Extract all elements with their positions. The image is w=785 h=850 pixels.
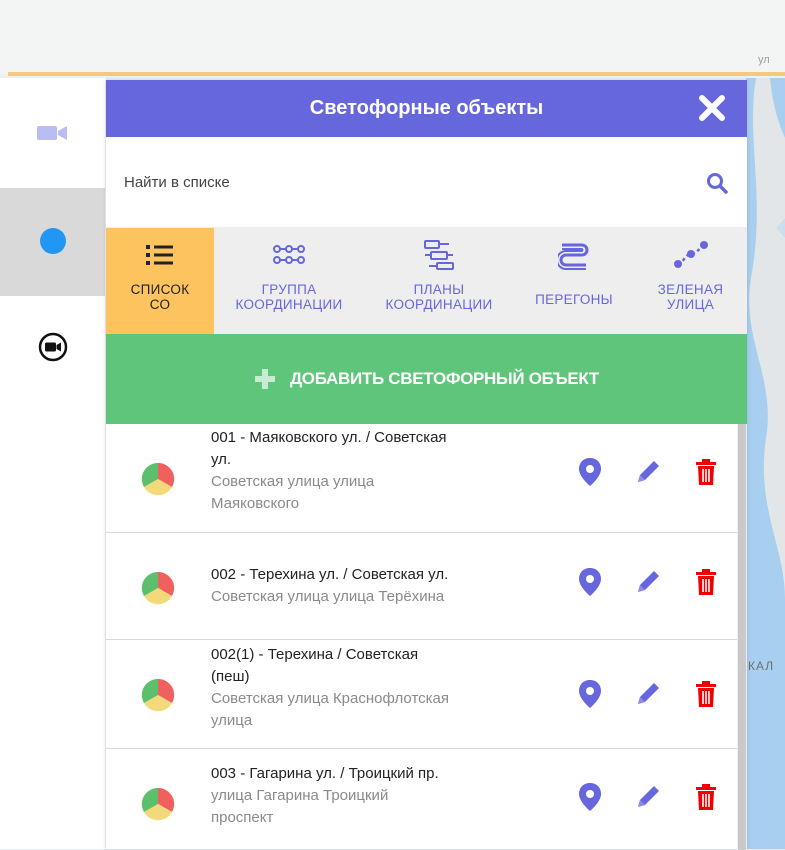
location-pin-icon[interactable]: [576, 781, 604, 813]
item-title-cont: (пеш): [211, 668, 250, 685]
location-pin-icon[interactable]: [576, 678, 604, 710]
search-bar: [106, 137, 747, 228]
map-street-label: КАЛ: [748, 659, 775, 673]
item-title: 002 - Терехина ул. / Советская ул.: [211, 566, 449, 583]
list-scrollbar[interactable]: [737, 424, 747, 850]
traffic-light-status-icon: [141, 678, 175, 712]
item-subtitle-cont: проспект: [211, 809, 274, 826]
tab-hauls[interactable]: ПЕРЕГОНЫ: [514, 228, 634, 334]
river-shape: [746, 78, 785, 849]
tab-bar: СПИСОК СО ГРУППА КООРДИНАЦИИ ПЛАНЫ КООРД…: [106, 228, 747, 334]
video-tool-button[interactable]: [0, 108, 105, 158]
list-icon: [146, 245, 173, 265]
route-icon: [558, 243, 589, 270]
traffic-objects-tool-button[interactable]: [0, 188, 105, 296]
add-button-label: ДОБАВИТЬ СВЕТОФОРНЫЙ ОБЪЕКТ: [289, 369, 599, 388]
item-subtitle-cont: улица: [211, 712, 253, 729]
search-icon[interactable]: [705, 171, 729, 195]
item-subtitle: Советская улица Краснофлотская: [211, 690, 450, 707]
list-item[interactable]: 002(1) - Терехина / Советская (пеш) Сове…: [106, 640, 737, 749]
search-input[interactable]: [122, 172, 686, 192]
tab-list-label-2: СО: [149, 297, 171, 312]
list-item[interactable]: 003 - Гагарина ул. / Троицкий пр. улица …: [106, 749, 737, 850]
plus-icon: [254, 369, 275, 389]
delete-trash-icon[interactable]: [692, 566, 720, 598]
edit-pencil-icon[interactable]: [634, 566, 662, 598]
camera-tool-button[interactable]: [0, 322, 105, 372]
panel-title: Светофорные объекты: [309, 97, 544, 119]
location-pin-icon[interactable]: [576, 566, 604, 598]
blue-dot-icon: [39, 228, 66, 254]
tab-green-street-label-2: УЛИЦА: [666, 297, 715, 312]
scrollbar-thumb[interactable]: [738, 424, 746, 850]
tab-coordination-group-label-2: КООРДИНАЦИИ: [235, 297, 343, 312]
camera-circle-icon: [38, 332, 67, 362]
delete-trash-icon[interactable]: [692, 456, 720, 488]
tab-green-street[interactable]: ЗЕЛЕНАЯ УЛИЦА: [634, 228, 747, 334]
map-road-line: [8, 72, 785, 76]
group-icon: [273, 245, 305, 264]
panel-header: Светофорные объекты: [106, 80, 747, 137]
tab-coordination-plans-label-2: КООРДИНАЦИИ: [385, 297, 493, 312]
tab-coordination-group-label-1: ГРУППА: [261, 282, 317, 297]
item-title-cont: ул.: [211, 451, 232, 468]
edit-pencil-icon[interactable]: [634, 456, 662, 488]
edit-pencil-icon[interactable]: [634, 678, 662, 710]
tab-list-label-1: СПИСОК: [130, 282, 190, 297]
map-visible-strip[interactable]: [746, 78, 785, 849]
delete-trash-icon[interactable]: [692, 678, 720, 710]
plans-icon: [424, 240, 454, 270]
item-subtitle: Советская улица улица Терёхина: [211, 588, 445, 605]
close-icon[interactable]: [697, 93, 727, 123]
tab-hauls-label: ПЕРЕГОНЫ: [535, 292, 613, 307]
item-subtitle: Советская улица улица: [211, 473, 375, 490]
location-pin-icon[interactable]: [576, 456, 604, 488]
tab-list[interactable]: СПИСОК СО: [106, 228, 214, 334]
map-label-top: ул: [758, 54, 770, 66]
delete-trash-icon[interactable]: [692, 781, 720, 813]
traffic-object-list[interactable]: 001 - Маяковского ул. / Советская ул. Со…: [106, 424, 747, 850]
item-title: 003 - Гагарина ул. / Троицкий пр.: [211, 765, 439, 782]
video-camera-icon: [36, 126, 67, 140]
item-title: 002(1) - Терехина / Советская: [211, 646, 419, 663]
traffic-light-status-icon: [141, 462, 175, 496]
traffic-light-status-icon: [141, 787, 175, 821]
map-top-area: [0, 0, 785, 74]
tab-coordination-plans[interactable]: ПЛАНЫ КООРДИНАЦИИ: [364, 228, 514, 334]
item-subtitle: улица Гагарина Троицкий: [211, 787, 389, 804]
item-title: 001 - Маяковского ул. / Советская: [211, 429, 447, 446]
green-street-icon: [673, 241, 708, 268]
tab-green-street-label-1: ЗЕЛЕНАЯ: [657, 282, 724, 297]
tab-coordination-plans-label-1: ПЛАНЫ: [413, 282, 465, 297]
edit-pencil-icon[interactable]: [634, 781, 662, 813]
tab-coordination-group[interactable]: ГРУППА КООРДИНАЦИИ: [214, 228, 364, 334]
list-item[interactable]: 001 - Маяковского ул. / Советская ул. Со…: [106, 424, 737, 533]
item-subtitle-cont: Маяковского: [211, 495, 300, 512]
traffic-lights-panel: Светофорные объекты СПИСОК СО: [106, 80, 747, 850]
list-item[interactable]: 002 - Терехина ул. / Советская ул. Совет…: [106, 533, 737, 640]
add-traffic-object-button[interactable]: ДОБАВИТЬ СВЕТОФОРНЫЙ ОБЪЕКТ: [106, 334, 747, 424]
traffic-light-status-icon: [141, 571, 175, 605]
